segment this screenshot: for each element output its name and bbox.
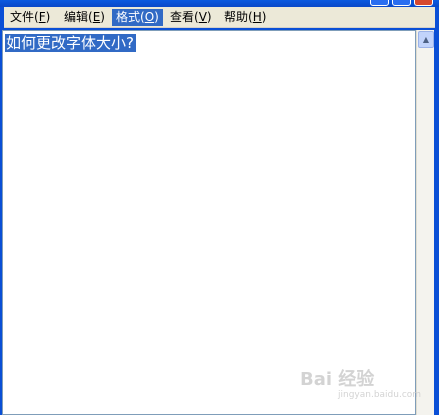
title-bar[interactable] [0, 0, 439, 7]
baidu-watermark-url: jingyan.baidu.com [338, 390, 422, 400]
selected-text[interactable]: 如何更改字体大小? [5, 34, 136, 52]
maximize-button[interactable] [392, 0, 411, 6]
menu-help-accel: H [252, 10, 262, 24]
vertical-scrollbar[interactable]: ▲ [416, 30, 434, 415]
menu-format-label: 格式 [116, 10, 141, 24]
menu-file[interactable]: 文件(F) [6, 9, 54, 26]
menu-file-accel: F [38, 10, 46, 24]
scroll-up-arrow-icon[interactable]: ▲ [418, 31, 434, 48]
text-editor[interactable]: 如何更改字体大小? [2, 30, 416, 415]
baidu-watermark: Bai 经验 [300, 369, 375, 390]
menu-bar: 文件(F) 编辑(E) 格式(O) 查看(V) 帮助(H) [4, 7, 435, 28]
window-border [434, 28, 439, 415]
menu-view[interactable]: 查看(V) [166, 9, 216, 26]
menu-format-accel: O [144, 10, 155, 24]
editor-frame: 如何更改字体大小? ▲ [0, 28, 439, 415]
menu-file-label: 文件 [10, 10, 35, 24]
notepad-window: 文件(F) 编辑(E) 格式(O) 查看(V) 帮助(H) 如何更改字体大小? … [0, 0, 439, 415]
menu-view-accel: V [198, 10, 207, 24]
menu-edit-accel: E [92, 10, 101, 24]
menu-edit-label: 编辑 [64, 10, 89, 24]
close-button[interactable] [414, 0, 433, 6]
minimize-button[interactable] [370, 0, 389, 6]
menu-help[interactable]: 帮助(H) [220, 9, 270, 26]
menu-edit[interactable]: 编辑(E) [60, 9, 109, 26]
menu-format[interactable]: 格式(O) [112, 9, 163, 26]
menu-help-label: 帮助 [224, 10, 249, 24]
menu-view-label: 查看 [170, 10, 195, 24]
